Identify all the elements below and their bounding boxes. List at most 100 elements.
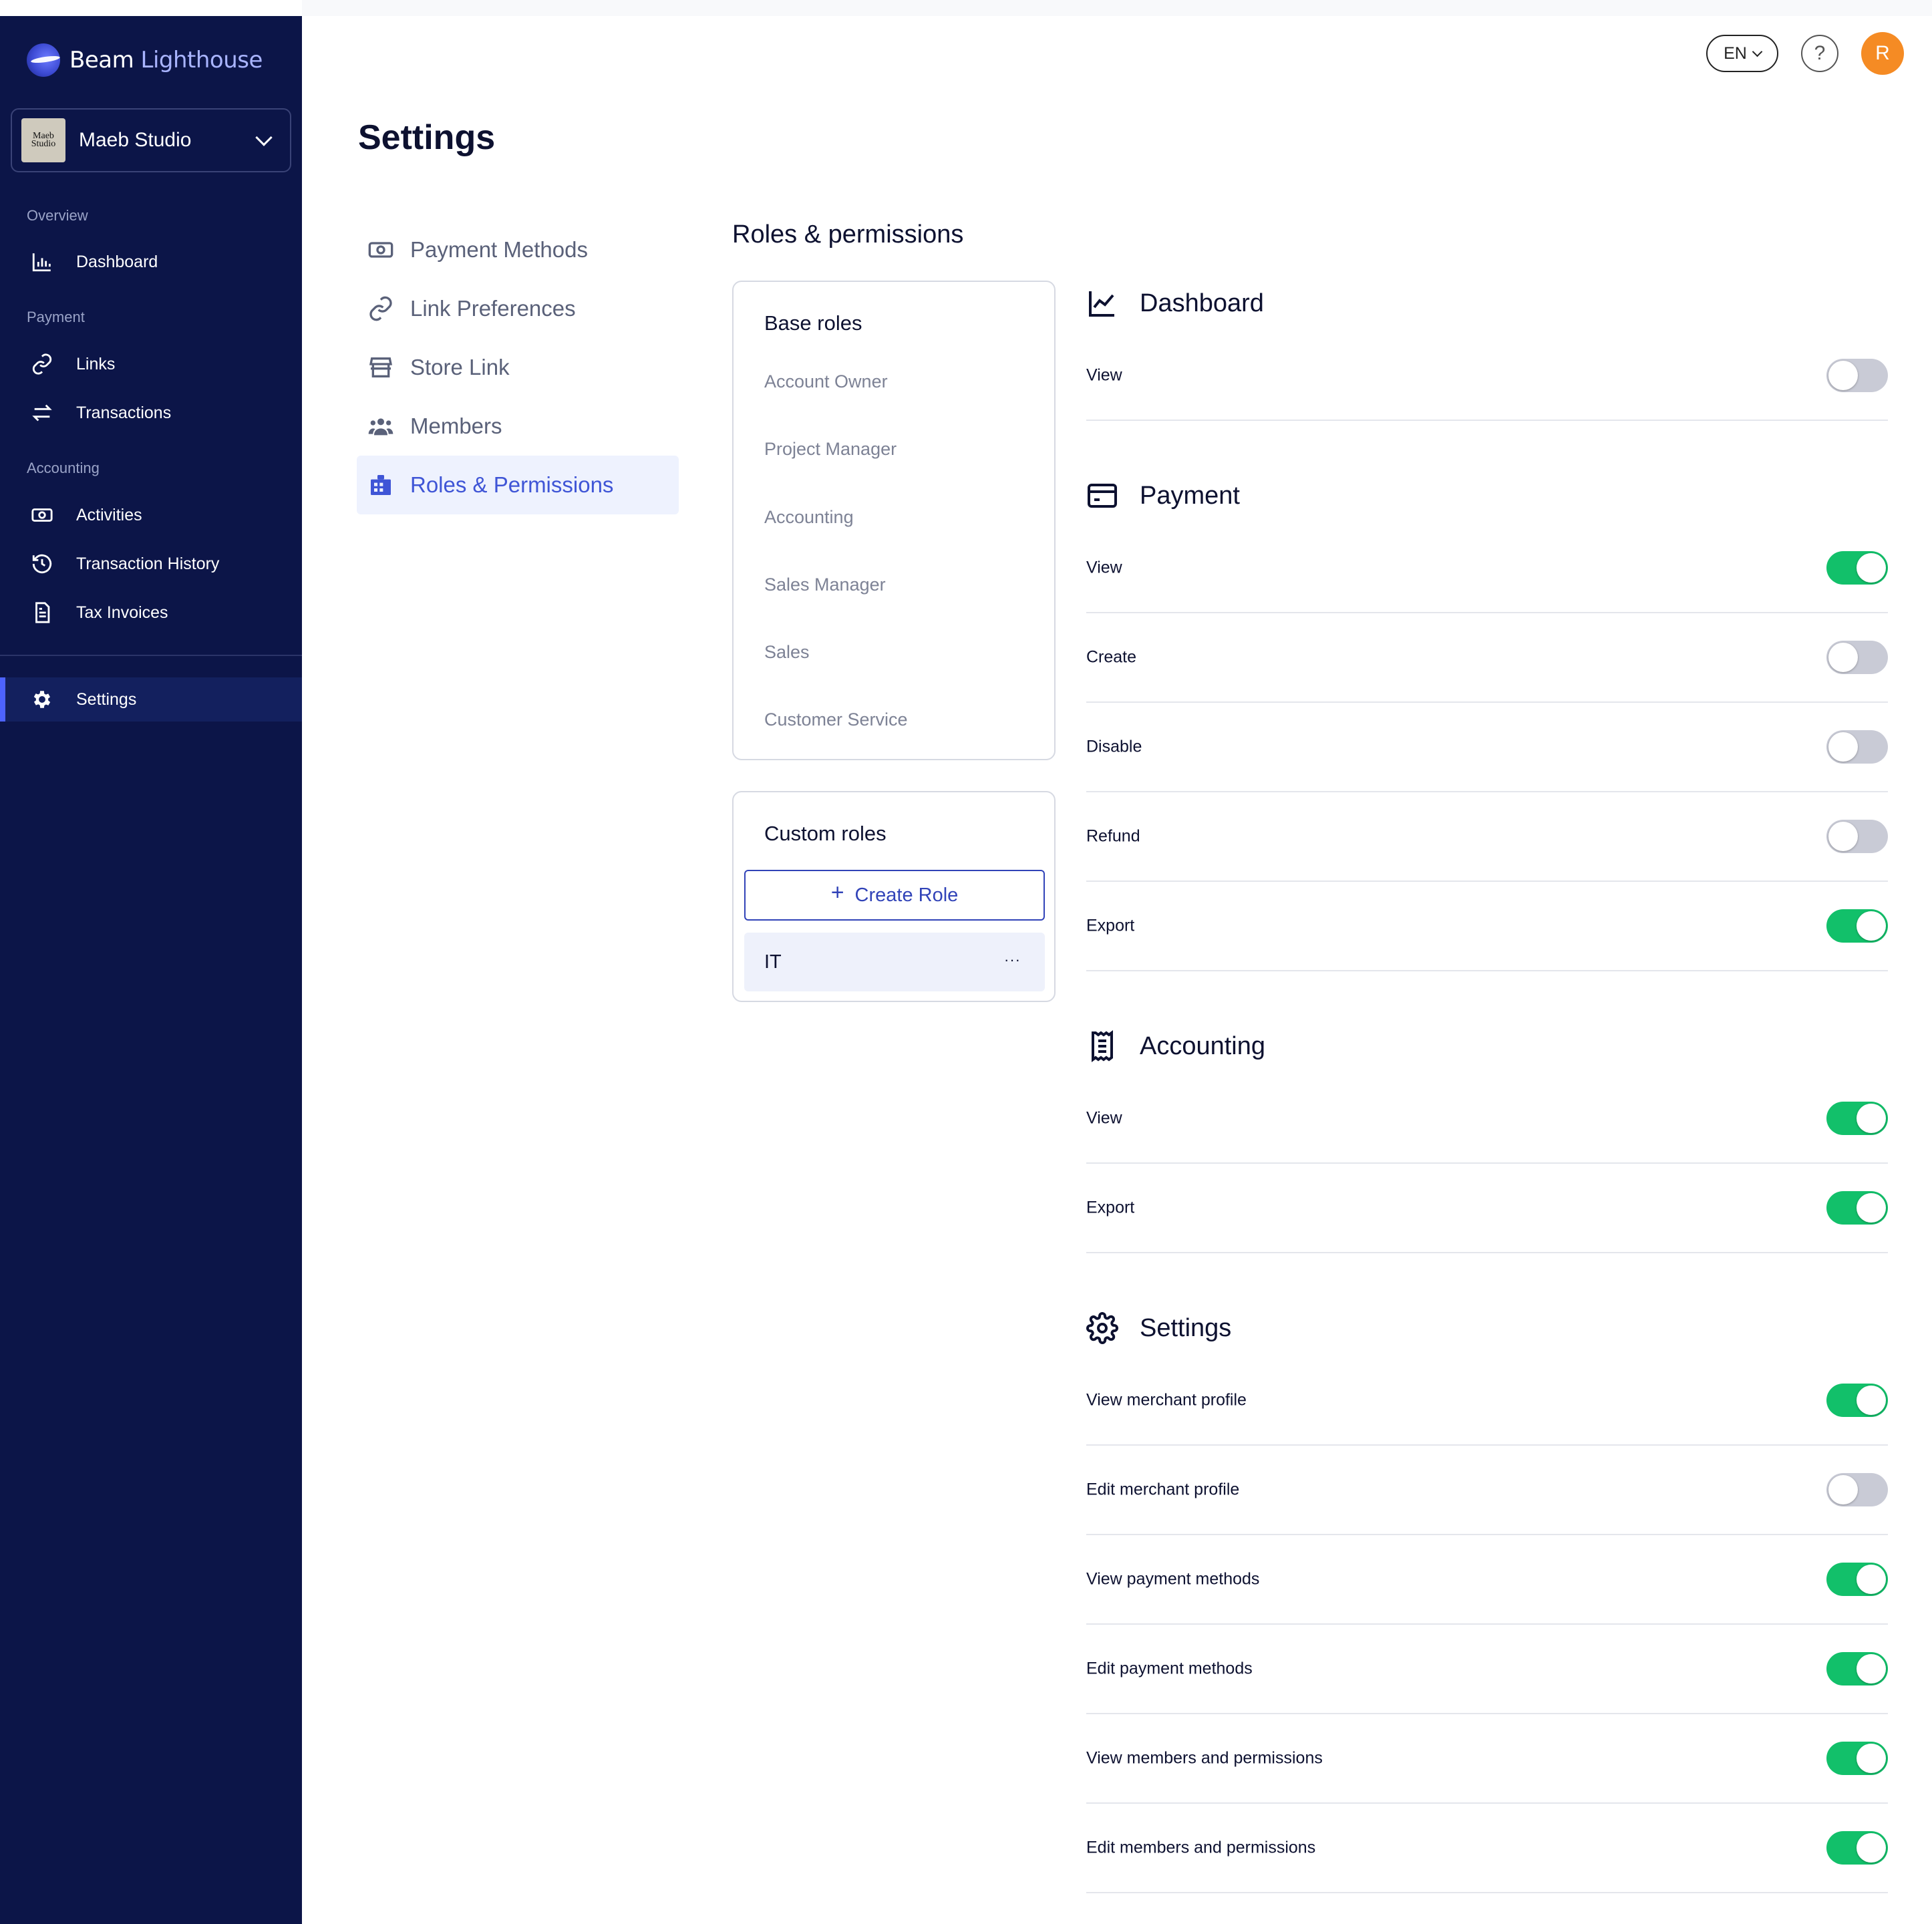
permission-label: View merchant profile bbox=[1086, 1390, 1247, 1410]
sidebar-item-transaction-history[interactable]: Transaction History bbox=[0, 542, 302, 586]
app-logo[interactable]: Beam Lighthouse bbox=[27, 43, 263, 77]
document-icon bbox=[35, 602, 50, 623]
create-role-button[interactable]: + Create Role bbox=[744, 870, 1045, 921]
sidebar-item-label: Transactions bbox=[76, 403, 172, 422]
permission-label: View bbox=[1086, 365, 1122, 385]
base-roles-card: Base roles Account Owner Project Manager… bbox=[732, 281, 1056, 760]
roles-icon bbox=[371, 475, 391, 495]
permission-row: View bbox=[1086, 524, 1888, 613]
permission-label: Refund bbox=[1086, 826, 1140, 846]
sidebar-item-label: Activities bbox=[76, 505, 142, 524]
permission-toggle[interactable] bbox=[1826, 1652, 1888, 1686]
permission-label: View members and permissions bbox=[1086, 1748, 1323, 1768]
permission-label: Export bbox=[1086, 1198, 1135, 1217]
permission-label: Create bbox=[1086, 647, 1137, 667]
sidebar-divider bbox=[0, 655, 302, 656]
permission-row: Edit payment methods bbox=[1086, 1625, 1888, 1714]
history-icon bbox=[32, 554, 52, 574]
receipt-icon bbox=[1092, 1030, 1113, 1062]
sidebar-item-tax-invoices[interactable]: Tax Invoices bbox=[0, 591, 302, 635]
bar-chart-icon bbox=[32, 253, 51, 272]
sidebar-item-activities[interactable]: Activities bbox=[0, 493, 302, 537]
permission-label: Edit members and permissions bbox=[1086, 1838, 1316, 1857]
permission-group-title: Payment bbox=[1140, 481, 1240, 510]
sidebar-item-links[interactable]: Links bbox=[0, 342, 302, 386]
permission-group-title: Accounting bbox=[1140, 1031, 1266, 1060]
subnav-label: Store Link bbox=[410, 355, 510, 379]
sidebar-item-label: Links bbox=[76, 354, 116, 373]
subnav-members[interactable]: Members bbox=[357, 397, 679, 456]
top-strip bbox=[302, 0, 1932, 16]
permission-toggle[interactable] bbox=[1826, 1102, 1888, 1135]
permission-toggle[interactable] bbox=[1826, 1191, 1888, 1225]
sidebar-item-settings[interactable]: Settings bbox=[0, 677, 302, 722]
role-accounting[interactable]: Accounting bbox=[764, 507, 854, 528]
permission-row: View members and permissions bbox=[1086, 1714, 1888, 1804]
role-sales[interactable]: Sales bbox=[764, 642, 810, 663]
subnav-label: Roles & Permissions bbox=[410, 472, 614, 497]
nav-section-accounting: Accounting bbox=[27, 460, 100, 476]
subnav-link-preferences[interactable]: Link Preferences bbox=[357, 279, 679, 338]
permission-toggle[interactable] bbox=[1826, 909, 1888, 943]
chevron-down-icon bbox=[1752, 46, 1763, 57]
role-project-manager[interactable]: Project Manager bbox=[764, 439, 897, 460]
sidebar-item-label: Transaction History bbox=[76, 554, 220, 573]
sidebar-item-dashboard[interactable]: Dashboard bbox=[0, 240, 302, 284]
beam-logo-icon bbox=[27, 43, 60, 77]
plus-icon: + bbox=[830, 879, 844, 905]
permission-group-dashboard: Dashboard bbox=[1086, 285, 1264, 322]
permission-toggle[interactable] bbox=[1826, 359, 1888, 392]
permission-label: View payment methods bbox=[1086, 1569, 1260, 1589]
gear-icon bbox=[1086, 1312, 1118, 1344]
language-selector[interactable]: EN bbox=[1706, 35, 1778, 72]
permission-toggle[interactable] bbox=[1826, 641, 1888, 674]
nav-section-overview: Overview bbox=[27, 207, 88, 224]
role-customer-service[interactable]: Customer Service bbox=[764, 709, 908, 730]
permission-toggle[interactable] bbox=[1826, 820, 1888, 853]
subnav-roles-permissions[interactable]: Roles & Permissions bbox=[357, 456, 679, 514]
sidebar-item-label: Tax Invoices bbox=[76, 603, 168, 622]
permission-group-accounting: Accounting bbox=[1086, 1027, 1265, 1065]
sidebar-item-transactions[interactable]: Transactions bbox=[0, 391, 302, 435]
permission-row: Create bbox=[1086, 613, 1888, 703]
permission-row: Refund bbox=[1086, 792, 1888, 882]
permission-group-payment: Payment bbox=[1086, 477, 1240, 514]
custom-role-item[interactable]: IT ··· bbox=[744, 933, 1045, 991]
permission-group-title: Dashboard bbox=[1140, 289, 1264, 317]
permission-toggle[interactable] bbox=[1826, 1563, 1888, 1596]
permission-row: Edit members and permissions bbox=[1086, 1804, 1888, 1893]
cash-icon bbox=[31, 508, 53, 522]
permission-label: View bbox=[1086, 558, 1122, 577]
merchant-avatar: Maeb Studio bbox=[21, 118, 65, 162]
permission-row: View payment methods bbox=[1086, 1535, 1888, 1625]
subnav-store-link[interactable]: Store Link bbox=[357, 338, 679, 397]
nav-section-payment: Payment bbox=[27, 309, 85, 325]
permission-toggle[interactable] bbox=[1826, 1742, 1888, 1775]
chevron-down-icon bbox=[255, 129, 273, 146]
merchant-switcher[interactable]: Maeb Studio Maeb Studio bbox=[11, 108, 291, 172]
permission-toggle[interactable] bbox=[1826, 1831, 1888, 1865]
roles-section-title: Roles & permissions bbox=[732, 220, 964, 249]
role-sales-manager[interactable]: Sales Manager bbox=[764, 575, 886, 595]
permission-group-title: Settings bbox=[1140, 1313, 1232, 1342]
permission-label: Export bbox=[1086, 916, 1135, 935]
permission-toggle[interactable] bbox=[1826, 730, 1888, 764]
permission-toggle[interactable] bbox=[1826, 1473, 1888, 1506]
permission-row: Export bbox=[1086, 1164, 1888, 1253]
base-roles-title: Base roles bbox=[764, 311, 862, 335]
user-avatar[interactable]: R bbox=[1861, 32, 1904, 75]
role-account-owner[interactable]: Account Owner bbox=[764, 371, 888, 392]
permission-row: Disable bbox=[1086, 703, 1888, 792]
link-icon bbox=[32, 353, 52, 375]
gear-icon bbox=[33, 691, 51, 708]
subnav-payment-methods[interactable]: Payment Methods bbox=[357, 220, 679, 279]
sidebar: Beam Lighthouse Maeb Studio Maeb Studio … bbox=[0, 16, 302, 1924]
help-button[interactable]: ? bbox=[1801, 35, 1838, 72]
card-icon bbox=[1088, 484, 1117, 508]
permission-toggle[interactable] bbox=[1826, 1384, 1888, 1417]
custom-roles-card: Custom roles + Create Role IT ··· bbox=[732, 791, 1056, 1002]
permission-toggle[interactable] bbox=[1826, 551, 1888, 585]
line-chart-icon bbox=[1089, 291, 1114, 317]
sidebar-item-label: Settings bbox=[76, 689, 137, 709]
more-options-icon[interactable]: ··· bbox=[1004, 951, 1021, 969]
